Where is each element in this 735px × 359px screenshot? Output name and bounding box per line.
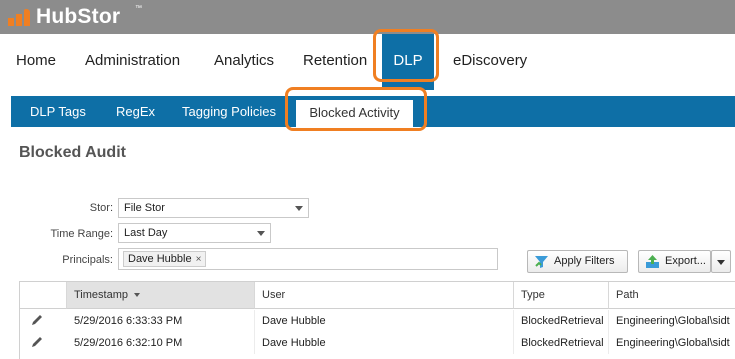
brand-bar: HubStor ™ <box>0 0 735 34</box>
time-range-value: Last Day <box>124 227 168 239</box>
dropdown-caret-icon <box>717 260 725 265</box>
column-header-user[interactable]: User <box>255 282 514 309</box>
nav-ediscovery[interactable]: eDiscovery <box>453 52 527 69</box>
apply-filters-icon <box>535 256 548 268</box>
sort-desc-icon <box>134 293 140 298</box>
tab-dlp-tags[interactable]: DLP Tags <box>30 104 86 119</box>
main-nav: Home Administration Analytics Retention … <box>0 34 735 92</box>
table-cell-type: BlockedRetrieval <box>514 310 609 332</box>
principals-label: Principals: <box>62 254 113 266</box>
export-label: Export... <box>665 255 706 267</box>
nav-analytics[interactable]: Analytics <box>214 52 274 69</box>
table-cell-user: Dave Hubble <box>255 310 514 332</box>
export-button[interactable]: Export... <box>638 250 711 273</box>
hubstor-logo-icon <box>8 9 30 26</box>
tab-tagging-policies[interactable]: Tagging Policies <box>182 104 276 119</box>
page-title: Blocked Audit <box>19 144 126 161</box>
dropdown-caret-icon <box>257 231 265 236</box>
column-header-actions <box>20 282 67 309</box>
export-icon <box>646 255 659 268</box>
remove-principal-button[interactable]: × <box>196 254 202 265</box>
time-range-label: Time Range: <box>50 228 113 240</box>
nav-administration[interactable]: Administration <box>85 52 180 69</box>
principal-name: Dave Hubble <box>128 253 192 265</box>
tab-regex[interactable]: RegEx <box>116 104 155 119</box>
table-cell-timestamp: 5/29/2016 6:33:33 PM <box>67 310 255 332</box>
stor-value: File Stor <box>124 202 165 214</box>
table-cell-user: Dave Hubble <box>255 332 514 354</box>
column-header-timestamp[interactable]: Timestamp <box>67 282 255 309</box>
dlp-highlight-ring <box>373 29 439 82</box>
dropdown-caret-icon <box>295 206 303 211</box>
nav-home[interactable]: Home <box>16 52 56 69</box>
stor-label: Stor: <box>89 202 113 214</box>
brand-name: HubStor <box>36 5 121 28</box>
brand-trademark: ™ <box>135 5 142 12</box>
stor-select[interactable]: File Stor <box>118 198 309 218</box>
principal-tag: Dave Hubble × <box>123 251 207 267</box>
table-cell-path: Engineering\Global\sidt <box>609 332 735 354</box>
edit-pencil-icon[interactable] <box>30 335 44 349</box>
time-range-select[interactable]: Last Day <box>118 223 271 243</box>
apply-filters-label: Apply Filters <box>554 255 615 267</box>
table-cell-type: BlockedRetrieval <box>514 332 609 354</box>
apply-filters-button[interactable]: Apply Filters <box>527 250 628 273</box>
export-dropdown-button[interactable] <box>711 250 731 273</box>
column-header-type[interactable]: Type <box>514 282 609 309</box>
principals-input[interactable]: Dave Hubble × <box>118 248 498 270</box>
nav-retention[interactable]: Retention <box>303 52 367 69</box>
blocked-activity-highlight-ring <box>285 87 427 131</box>
edit-pencil-icon[interactable] <box>30 313 44 327</box>
table-cell-path: Engineering\Global\sidt <box>609 310 735 332</box>
column-header-path[interactable]: Path <box>609 282 735 309</box>
table-cell-timestamp: 5/29/2016 6:32:10 PM <box>67 332 255 354</box>
column-header-timestamp-label: Timestamp <box>74 289 128 301</box>
blocked-audit-table: Timestamp User Type Path 5/29/2016 6:33:… <box>19 281 735 359</box>
